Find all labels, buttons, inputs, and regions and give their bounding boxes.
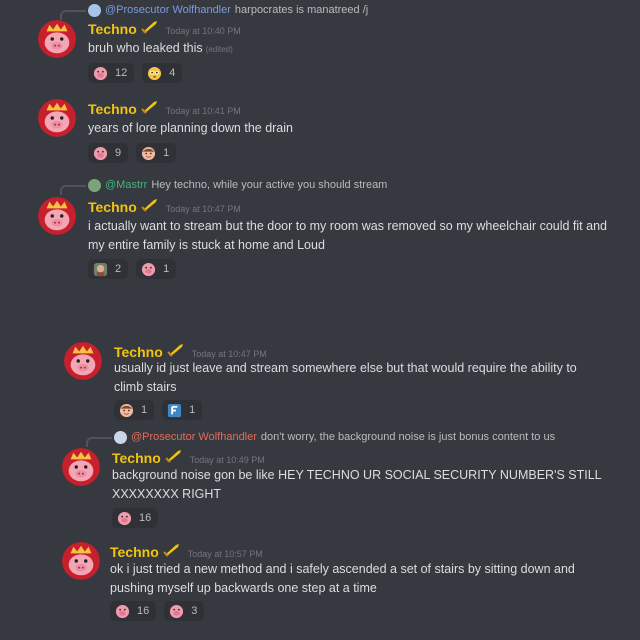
reaction[interactable]: 1 — [136, 143, 177, 163]
reaction[interactable]: 4 — [142, 63, 183, 83]
reaction[interactable]: 16 — [112, 508, 159, 528]
message-text: bruh who leaked this (edited) — [88, 39, 608, 59]
reaction-count: 12 — [115, 67, 128, 79]
reply-text: don't worry, the background noise is jus… — [260, 431, 556, 443]
sword-icon — [162, 543, 182, 557]
sword-icon — [140, 100, 160, 114]
reply-preview[interactable]: @Prosecutor Wolfhandler harpocrates is m… — [60, 3, 369, 20]
message-text: ok i just tried a new method and i safel… — [110, 562, 575, 595]
sword-icon — [140, 198, 160, 212]
message-3: @Mastrr Hey techno, while your active yo… — [0, 170, 640, 285]
username[interactable]: Techno — [88, 21, 137, 37]
message-1: @Prosecutor Wolfhandler harpocrates is m… — [0, 0, 640, 90]
timestamp: Today at 10:57 PM — [187, 549, 263, 559]
reaction[interactable]: 12 — [88, 63, 135, 83]
username[interactable]: Techno — [112, 450, 161, 466]
reaction-count: 1 — [163, 147, 170, 159]
flushed-face-icon — [147, 66, 162, 81]
avatar[interactable] — [38, 197, 76, 235]
reaction[interactable]: 1 — [136, 259, 177, 279]
sword-icon — [140, 20, 160, 34]
reply-text: Hey techno, while your active you should… — [151, 179, 388, 191]
reactions: 12 4 — [88, 63, 183, 83]
username[interactable]: Techno — [88, 199, 137, 215]
f-letter-icon — [167, 403, 182, 418]
reactions: 9 1 — [88, 143, 177, 163]
reactions: 16 3 — [110, 601, 205, 621]
avatar[interactable] — [38, 99, 76, 137]
timestamp: Today at 10:49 PM — [189, 455, 265, 465]
edited-label: (edited) — [205, 45, 233, 54]
username[interactable]: Techno — [88, 101, 137, 117]
reply-text: harpocrates is manatreed /j — [234, 4, 369, 16]
username[interactable]: Techno — [114, 344, 163, 360]
timestamp: Today at 10:47 PM — [191, 349, 267, 359]
reaction-count: 1 — [189, 404, 196, 416]
reaction-count: 1 — [141, 404, 148, 416]
sword-icon — [164, 449, 184, 463]
avatar — [88, 3, 101, 17]
pig-emoji-icon — [115, 604, 130, 619]
pig-emoji-icon — [93, 66, 108, 81]
message-6: Techno Today at 10:57 PM ok i just tried… — [0, 535, 640, 635]
reaction[interactable]: 1 — [114, 400, 155, 420]
message-2: Techno Today at 10:41 PM years of lore p… — [0, 95, 640, 170]
avatar — [114, 430, 127, 444]
reaction[interactable]: 2 — [88, 259, 129, 279]
avatar — [88, 178, 101, 192]
message-text: i actually want to stream but the door t… — [88, 219, 607, 252]
reaction-count: 16 — [137, 605, 150, 617]
timestamp: Today at 10:40 PM — [165, 26, 241, 36]
reply-author[interactable]: @Prosecutor Wolfhandler — [131, 431, 257, 443]
reaction-count: 4 — [169, 67, 176, 79]
avatar[interactable] — [64, 342, 102, 380]
message-content: bruh who leaked this — [88, 41, 203, 55]
reaction-count: 3 — [191, 605, 198, 617]
reaction[interactable]: 16 — [110, 601, 157, 621]
avatar[interactable] — [38, 20, 76, 58]
reply-preview[interactable]: @Prosecutor Wolfhandler don't worry, the… — [86, 430, 556, 447]
reactions: 1 1 — [114, 400, 203, 420]
pig-emoji-icon — [169, 604, 184, 619]
message-4: Techno Today at 10:47 PM usually id just… — [0, 338, 640, 423]
timestamp: Today at 10:47 PM — [165, 204, 241, 214]
reply-preview[interactable]: @Mastrr Hey techno, while your active yo… — [60, 178, 388, 195]
reaction-count: 16 — [139, 512, 152, 524]
face-emoji-icon — [119, 403, 134, 418]
avatar[interactable] — [62, 542, 100, 580]
reaction-count: 9 — [115, 147, 122, 159]
sword-icon — [166, 343, 186, 357]
username[interactable]: Techno — [110, 544, 159, 560]
reactions: 2 1 — [88, 259, 177, 279]
custom-emoji-icon — [93, 262, 108, 277]
message-5: @Prosecutor Wolfhandler don't worry, the… — [0, 425, 640, 535]
message-text: years of lore planning down the drain — [88, 121, 293, 135]
pig-emoji-icon — [141, 262, 156, 277]
reaction-count: 2 — [115, 263, 122, 275]
reactions: 16 — [112, 508, 159, 528]
pig-emoji-icon — [93, 146, 108, 161]
reaction[interactable]: 3 — [164, 601, 205, 621]
reply-author[interactable]: @Mastrr — [105, 179, 147, 191]
reaction[interactable]: 1 — [162, 400, 203, 420]
message-text: background noise gon be like HEY TECHNO … — [112, 468, 602, 501]
avatar[interactable] — [62, 448, 100, 486]
message-text: usually id just leave and stream somewhe… — [114, 361, 577, 394]
timestamp: Today at 10:41 PM — [165, 106, 241, 116]
reaction-count: 1 — [163, 263, 170, 275]
face-emoji-icon — [141, 146, 156, 161]
pig-emoji-icon — [117, 511, 132, 526]
reply-author[interactable]: @Prosecutor Wolfhandler — [105, 4, 231, 16]
reaction[interactable]: 9 — [88, 143, 129, 163]
